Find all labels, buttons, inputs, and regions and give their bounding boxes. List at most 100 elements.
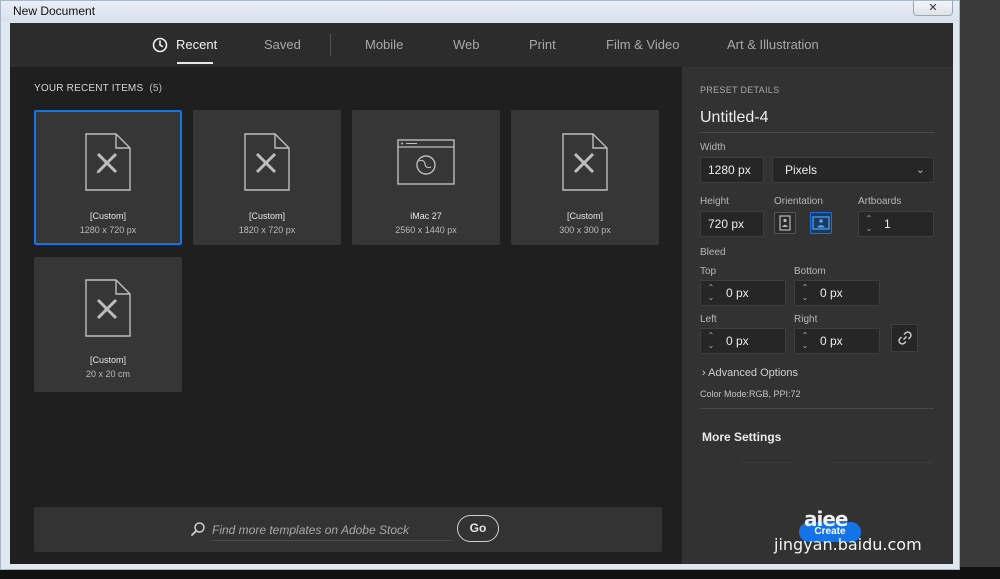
bleed-bottom-label: Bottom: [794, 266, 826, 277]
recent-items-header: YOUR RECENT ITEMS (5): [34, 83, 162, 94]
bleed-right-field[interactable]: ⌃ ⌄ 0 px: [794, 328, 880, 354]
stepper-up-icon[interactable]: ⌃: [704, 283, 718, 293]
tab-art-illustration[interactable]: Art & Illustration: [727, 37, 819, 52]
stepper-down-icon[interactable]: ⌄: [704, 341, 718, 351]
adobe-stock-search-bar: Go: [34, 507, 662, 552]
link-bleed-button[interactable]: [891, 324, 918, 352]
width-label: Width: [700, 142, 726, 153]
stepper-up-icon[interactable]: ⌃: [704, 331, 718, 341]
artboards-label: Artboards: [858, 196, 902, 207]
chevron-right-icon: ›: [702, 367, 706, 379]
recent-item-name: [Custom]: [566, 211, 603, 221]
divider: [742, 462, 792, 463]
recent-item-size: 20 x 20 cm: [85, 369, 131, 379]
bleed-top-value: 0 px: [726, 286, 749, 300]
window-title: New Document: [13, 4, 96, 18]
search-icon: [191, 522, 205, 536]
watermark-text: jingyan.baidu.com: [774, 535, 922, 554]
recent-item-name: [Custom]: [89, 211, 126, 221]
width-field[interactable]: 1280 px: [700, 157, 764, 183]
tab-film-video[interactable]: Film & Video: [606, 37, 679, 52]
recent-item-size: 1820 x 720 px: [238, 225, 296, 235]
clock-icon: [152, 37, 168, 53]
stepper-up-icon[interactable]: ⌃: [798, 283, 812, 293]
tab-web[interactable]: Web: [453, 37, 480, 52]
bleed-label: Bleed: [700, 247, 726, 258]
height-field[interactable]: 720 px: [700, 211, 764, 237]
recent-items-title: YOUR RECENT ITEMS: [34, 83, 144, 94]
recent-item-name: iMac 27: [410, 211, 442, 221]
bleed-left-value: 0 px: [726, 334, 749, 348]
bleed-top-stepper[interactable]: ⌃ ⌄: [704, 283, 718, 303]
link-icon: [898, 331, 912, 345]
document-name-input[interactable]: Untitled-4: [700, 109, 934, 133]
tab-saved[interactable]: Saved: [264, 37, 301, 52]
advanced-options-label: Advanced Options: [708, 367, 799, 379]
chevron-down-icon: ⌄: [915, 164, 925, 176]
more-settings-button[interactable]: More Settings: [702, 430, 781, 444]
tab-recent[interactable]: Recent: [176, 37, 217, 52]
height-label: Height: [700, 196, 729, 207]
custom-document-icon: [562, 133, 608, 191]
stepper-down-icon[interactable]: ⌄: [798, 341, 812, 351]
recent-items-count: (5): [149, 83, 163, 94]
custom-document-icon: [85, 133, 131, 191]
recent-item-card[interactable]: [Custom] 300 x 300 px: [511, 110, 659, 245]
portrait-orientation-button[interactable]: [774, 212, 796, 234]
bleed-left-label: Left: [700, 314, 717, 325]
window-titlebar[interactable]: New Document ✕: [1, 1, 959, 22]
units-value: Pixels: [785, 163, 818, 177]
recent-items-pane: YOUR RECENT ITEMS (5) [Custom] 1280 x 720…: [10, 67, 682, 564]
bleed-right-label: Right: [794, 314, 818, 325]
recent-item-size: 300 x 300 px: [559, 225, 611, 235]
divider: [832, 462, 932, 463]
artboards-stepper[interactable]: ⌃ ⌄: [862, 214, 876, 234]
preset-details-header: PRESET DETAILS: [700, 85, 780, 95]
orientation-label: Orientation: [774, 196, 823, 207]
bleed-right-value: 0 px: [820, 334, 843, 348]
bleed-bottom-stepper[interactable]: ⌃ ⌄: [798, 283, 812, 303]
stepper-up-icon[interactable]: ⌃: [862, 214, 876, 224]
bleed-bottom-value: 0 px: [820, 286, 843, 300]
bleed-bottom-field[interactable]: ⌃ ⌄ 0 px: [794, 280, 880, 306]
desktop-strip: [958, 0, 1000, 579]
units-dropdown[interactable]: Pixels ⌄: [772, 157, 934, 183]
recent-item-card[interactable]: [Custom] 1820 x 720 px: [193, 110, 341, 245]
stepper-down-icon[interactable]: ⌄: [798, 293, 812, 303]
category-tabbar: Recent Saved Mobile Web Print Film & Vid…: [10, 23, 953, 67]
bleed-top-label: Top: [700, 266, 717, 277]
stock-search-input[interactable]: [212, 519, 452, 541]
recent-item-size: 1280 x 720 px: [79, 225, 137, 235]
advanced-options-toggle[interactable]: › Advanced Options: [702, 367, 798, 379]
bleed-left-field[interactable]: ⌃ ⌄ 0 px: [700, 328, 786, 354]
bleed-top-field[interactable]: ⌃ ⌄ 0 px: [700, 280, 786, 306]
tab-print[interactable]: Print: [529, 37, 556, 52]
recent-item-name: [Custom]: [89, 355, 126, 365]
bleed-left-stepper[interactable]: ⌃ ⌄: [704, 331, 718, 351]
recent-item-size: 2560 x 1440 px: [395, 225, 457, 235]
recent-item-card[interactable]: [Custom] 20 x 20 cm: [34, 257, 182, 392]
height-value: 720 px: [708, 217, 745, 231]
custom-document-icon: [85, 279, 131, 337]
stepper-down-icon[interactable]: ⌄: [862, 224, 876, 234]
recent-item-card[interactable]: [Custom] 1280 x 720 px: [34, 110, 182, 245]
tab-mobile[interactable]: Mobile: [365, 37, 403, 52]
active-tab-indicator: [177, 62, 213, 64]
color-mode-info: Color Mode:RGB, PPI:72: [700, 389, 801, 399]
divider: [700, 408, 934, 409]
landscape-orientation-button[interactable]: [810, 212, 832, 234]
stepper-down-icon[interactable]: ⌄: [704, 293, 718, 303]
go-button[interactable]: Go: [457, 515, 499, 542]
new-document-dialog: Recent Saved Mobile Web Print Film & Vid…: [10, 23, 953, 564]
artboards-field[interactable]: ⌃ ⌄ 1: [858, 211, 934, 237]
tab-separator: [330, 34, 331, 56]
close-button[interactable]: ✕: [913, 1, 953, 16]
recent-item-card[interactable]: iMac 27 2560 x 1440 px: [352, 110, 500, 245]
recent-item-name: [Custom]: [248, 211, 285, 221]
new-document-window: New Document ✕ Recent Saved Mobile Web P…: [0, 0, 960, 570]
watermark-logo: aiee: [804, 507, 848, 531]
web-browser-icon: [397, 139, 455, 185]
bleed-right-stepper[interactable]: ⌃ ⌄: [798, 331, 812, 351]
portrait-icon: [779, 215, 791, 231]
stepper-up-icon[interactable]: ⌃: [798, 331, 812, 341]
